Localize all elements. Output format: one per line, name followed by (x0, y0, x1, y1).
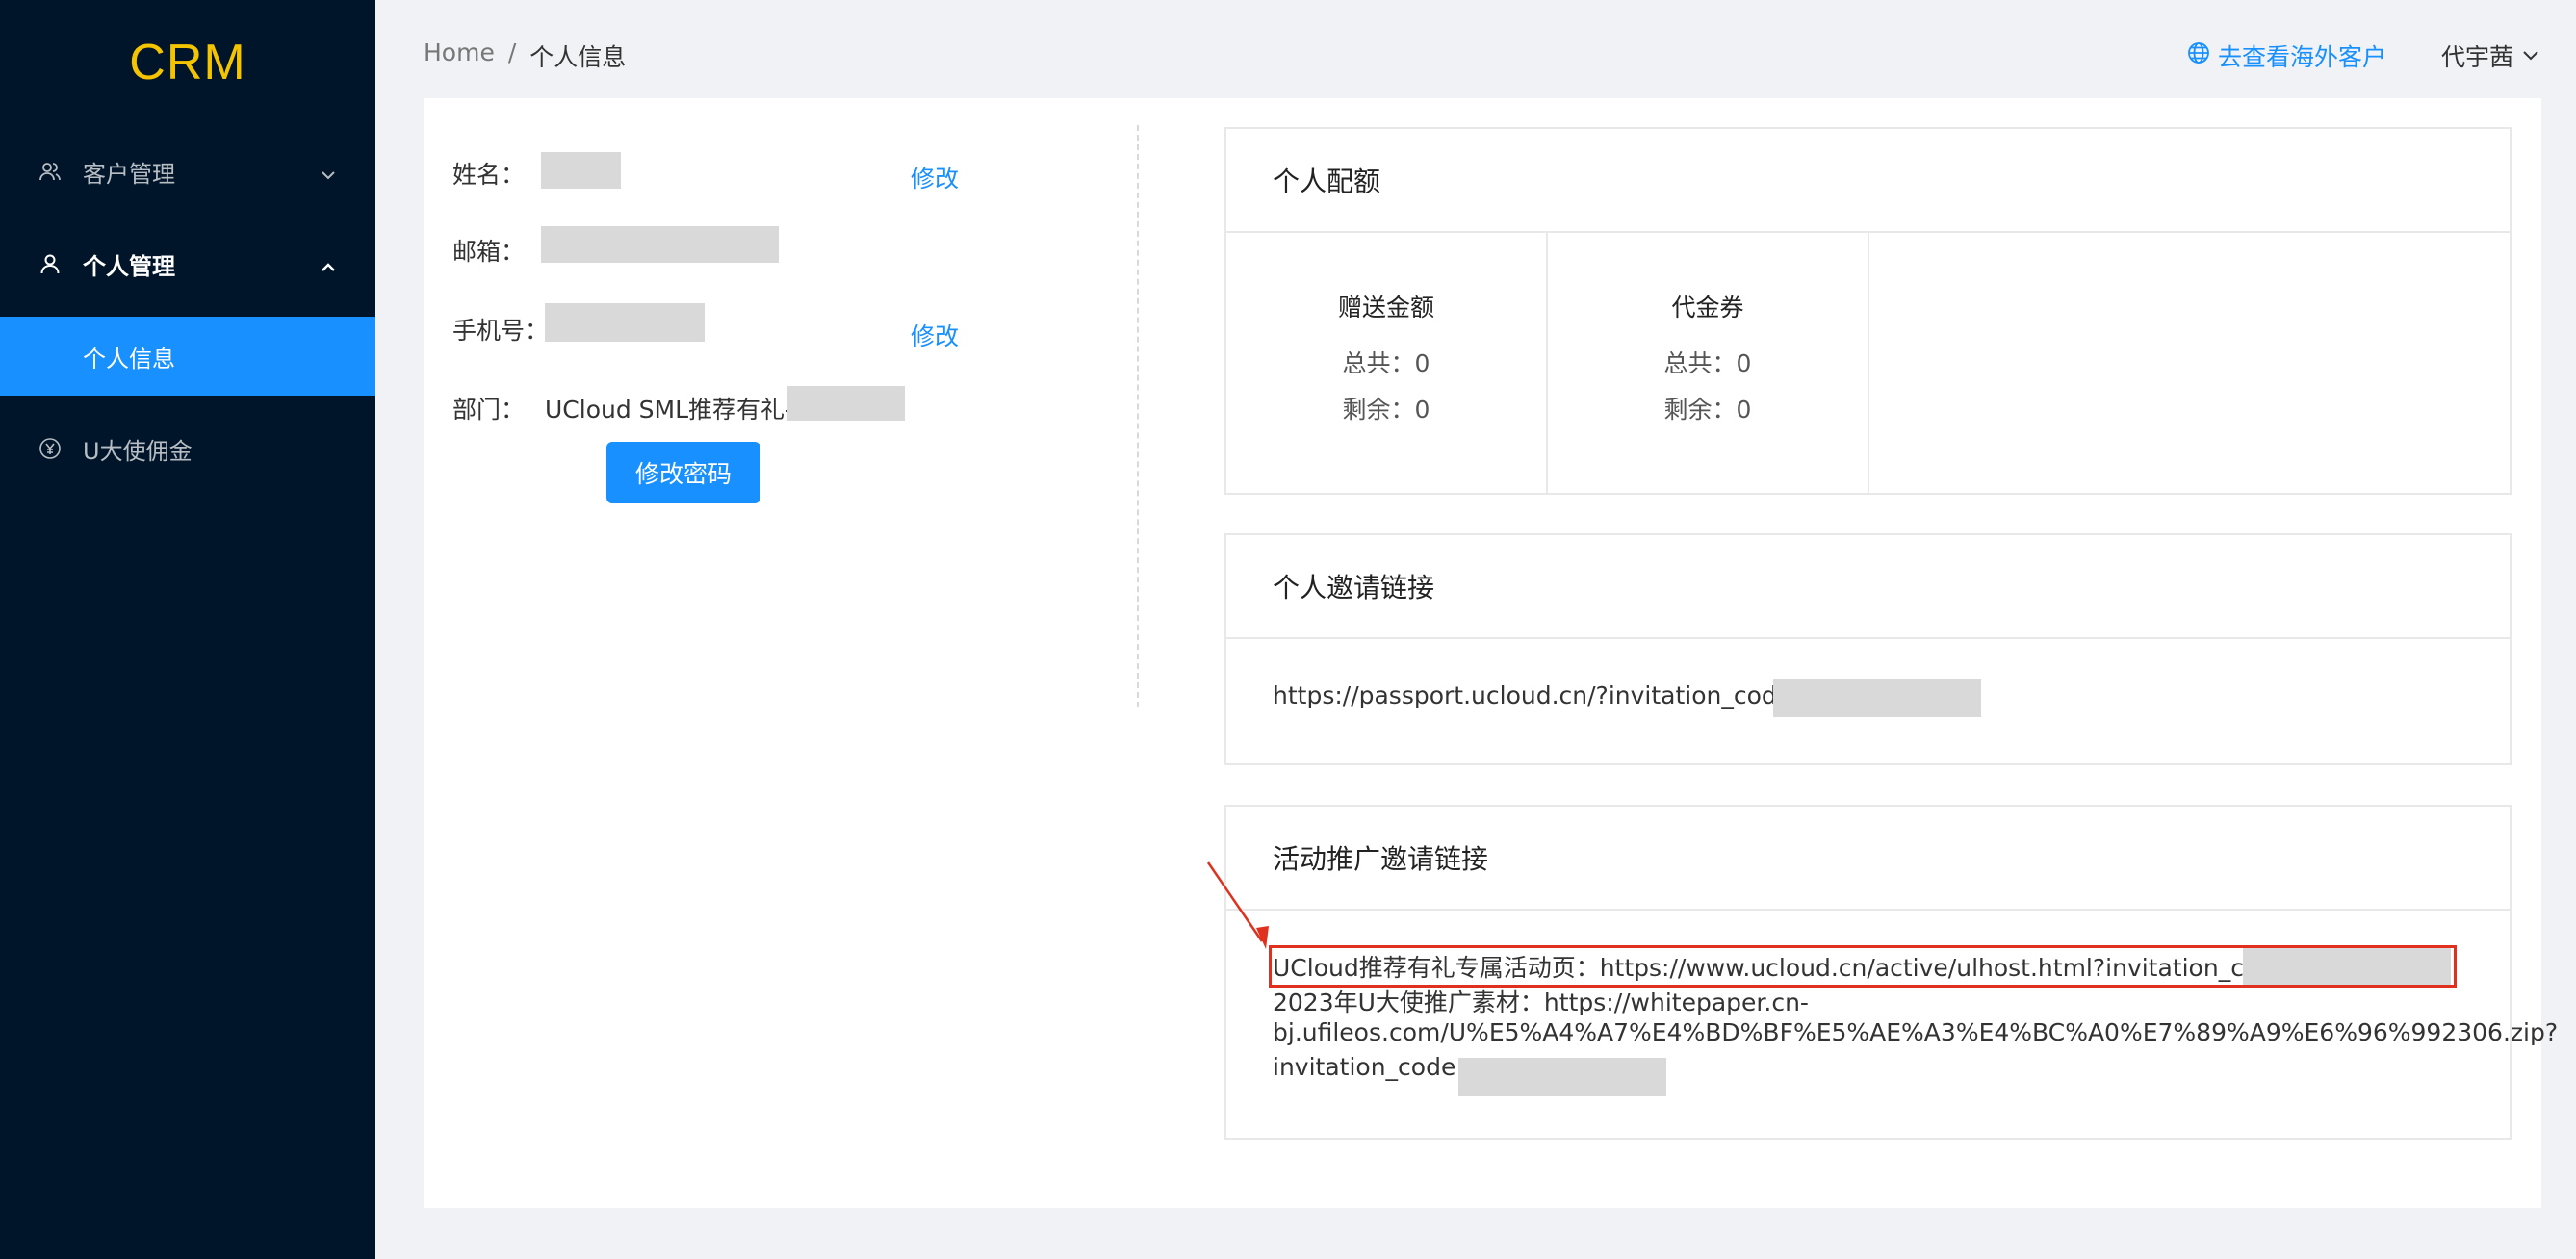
chevron-up-icon (320, 255, 337, 272)
globe-icon (2187, 41, 2210, 70)
quota-card: 个人配额 赠送金额 总共：0 剩余：0 代金券 总共：0 剩余：0 (1224, 127, 2512, 495)
sidebar-item-label: 个人管理 (83, 252, 175, 280)
edit-phone-link[interactable]: 修改 (911, 318, 959, 352)
quota-col-title: 赠送金额 (1337, 294, 1434, 321)
breadcrumb: Home / 个人信息 (424, 39, 626, 73)
section-divider (1137, 125, 1139, 707)
department-label: 部门： (452, 396, 526, 424)
breadcrumb-current: 个人信息 (529, 43, 627, 71)
promo-material-link-cont[interactable]: bj.ufileos.com/U%E5%A4%A7%E4%BD%BF%E5%AE… (1273, 1018, 2558, 1046)
sidebar-item-label: 客户管理 (83, 160, 175, 188)
annotation-arrow-icon (1206, 861, 1269, 949)
quota-total: 总共：0 (1663, 349, 1752, 377)
user-icon (39, 252, 62, 275)
sidebar-item-ambassador-commission[interactable]: U大使佣金 (0, 409, 375, 488)
department-value-redacted (787, 386, 905, 421)
quota-voucher: 代金券 总共：0 剩余：0 (1548, 233, 1869, 495)
name-label: 姓名： (452, 161, 526, 189)
quota-col-title: 代金券 (1671, 294, 1744, 321)
promo-card-title: 活动推广邀请链接 (1226, 807, 2510, 911)
user-name: 代宇茜 (2441, 43, 2514, 71)
invite-link-card: 个人邀请链接 https://passport.ucloud.cn/?invit… (1224, 533, 2512, 765)
invite-card-title: 个人邀请链接 (1226, 535, 2510, 639)
edit-name-link[interactable]: 修改 (911, 160, 959, 194)
overseas-link-label: 去查看海外客户 (2218, 43, 2387, 71)
department-value: UCloud SML推荐有礼- (545, 396, 794, 424)
app-logo: CRM (129, 35, 246, 90)
quota-remaining: 剩余：0 (1342, 396, 1430, 424)
name-value-redacted (541, 152, 621, 189)
promo-invitation-code-label: invitation_code= (1273, 1053, 1477, 1081)
quota-gift-amount: 赠送金额 总共：0 剩余：0 (1226, 233, 1548, 495)
email-label: 邮箱： (452, 238, 526, 266)
quota-card-title: 个人配额 (1226, 129, 2510, 233)
chevron-down-icon (2521, 42, 2540, 70)
breadcrumb-separator: / (507, 39, 517, 66)
phone-label: 手机号： (452, 317, 550, 345)
sidebar-item-customer-management[interactable]: 客户管理 (0, 132, 375, 211)
sidebar-item-personal-info[interactable]: 个人信息 (0, 317, 375, 396)
sidebar-item-label: 个人信息 (83, 345, 175, 373)
breadcrumb-home[interactable]: Home (424, 39, 495, 73)
yen-circle-icon (39, 437, 62, 460)
chevron-down-icon (320, 163, 337, 180)
sidebar-item-label: U大使佣金 (83, 437, 193, 465)
phone-value-redacted (545, 303, 705, 342)
email-value-redacted (541, 226, 779, 263)
overseas-customers-link[interactable]: 去查看海外客户 (2187, 39, 2386, 73)
invite-code-redacted (1773, 679, 1981, 717)
users-icon (39, 160, 62, 183)
quota-remaining: 剩余：0 (1663, 396, 1752, 424)
promo-material-link[interactable]: 2023年U大使推广素材：https://whitepaper.cn- (1273, 984, 1809, 1018)
material-code-redacted (1458, 1058, 1666, 1096)
quota-body: 赠送金额 总共：0 剩余：0 代金券 总共：0 剩余：0 (1226, 233, 2510, 495)
annotation-highlight-box (1269, 945, 2457, 988)
user-menu[interactable]: 代宇茜 (2441, 39, 2540, 73)
quota-total: 总共：0 (1342, 349, 1430, 377)
invite-url[interactable]: https://passport.ucloud.cn/?invitation_c… (1273, 681, 1812, 709)
change-password-button[interactable]: 修改密码 (606, 442, 760, 503)
sidebar: CRM 客户管理 个人管理 个人信息 U大使佣金 (0, 0, 375, 1259)
sidebar-item-personal-management[interactable]: 个人管理 (0, 224, 375, 303)
